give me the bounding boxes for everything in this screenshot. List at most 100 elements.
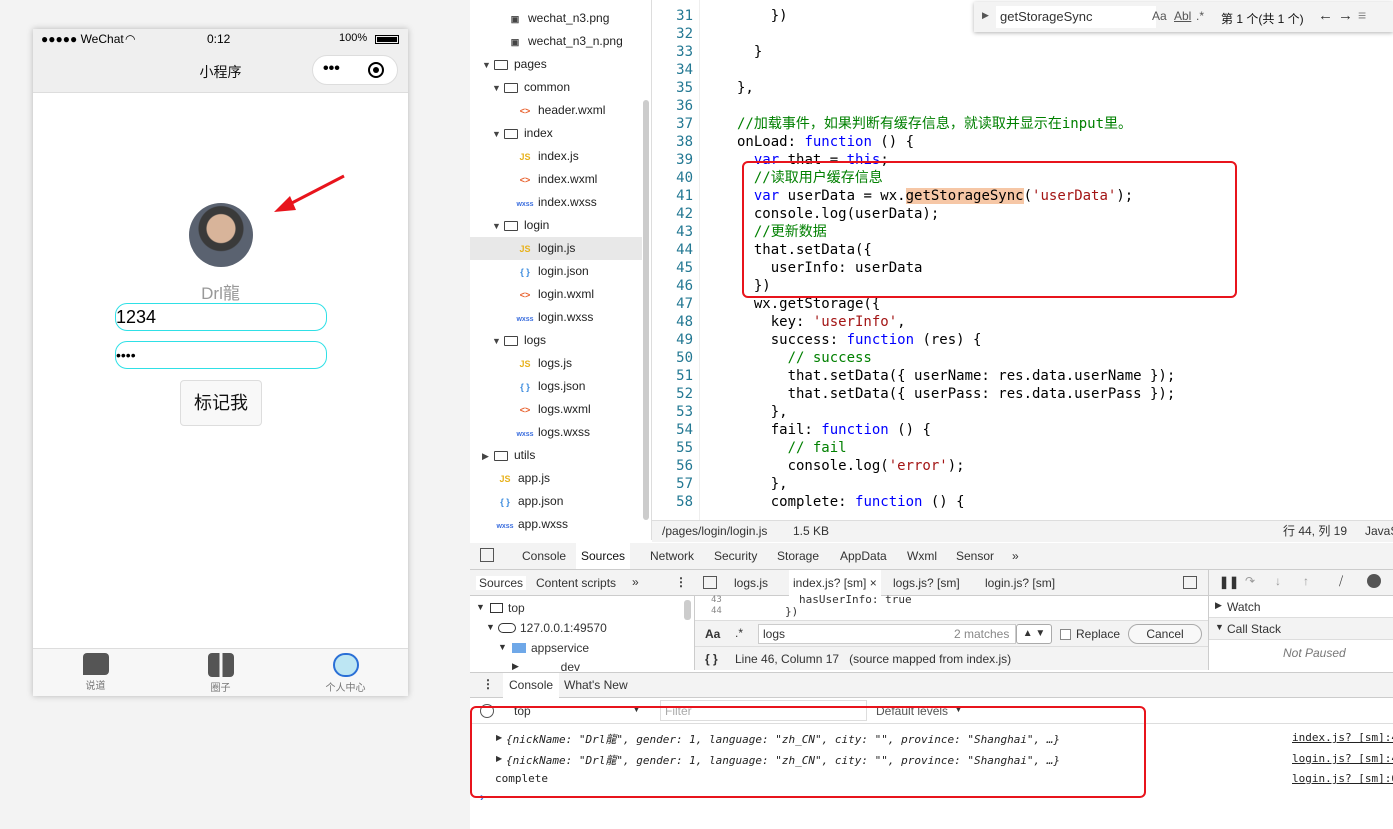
cursor-position[interactable]: 行 44, 列 19 (1283, 521, 1347, 541)
log-source-link[interactable]: index.js? [sm]:4 (1292, 731, 1393, 744)
tab-storage[interactable]: Storage (777, 543, 819, 569)
find-in-selection-icon[interactable]: ≡ (1358, 7, 1366, 23)
line-number: 50 (676, 350, 693, 366)
tab-network[interactable]: Network (650, 543, 694, 569)
drawer-tab-console[interactable]: Console (503, 673, 560, 698)
tab-shuodao[interactable]: 说道 (33, 649, 158, 697)
frame-icon (490, 603, 503, 613)
tab-console[interactable]: Console (522, 543, 566, 569)
tree-item[interactable]: JS app.js (496, 467, 550, 490)
password-input[interactable]: •••• (115, 341, 327, 369)
tree-folder-common[interactable]: ▼ common (492, 76, 570, 99)
username-input[interactable]: 1234 (115, 303, 327, 331)
annotation-arrow (274, 174, 345, 212)
tree-item[interactable]: wxss index.wxss (516, 191, 596, 214)
log-source-link[interactable]: login.js? [sm]:4 (1292, 752, 1393, 765)
step-into-icon[interactable]: ↓ (1275, 574, 1281, 588)
pause-on-exceptions-icon[interactable] (1367, 574, 1381, 588)
tree-item-selected[interactable]: JS login.js (470, 237, 642, 260)
tree-item[interactable]: { } logs.json (516, 375, 585, 398)
chevron-right-icon[interactable]: ▶ (982, 10, 989, 21)
tree-folder-pages[interactable]: ▼ pages (482, 53, 547, 76)
watch-section[interactable]: Watch (1227, 600, 1261, 614)
tree-appservice[interactable]: appservice (531, 641, 589, 655)
toggle-navigator-icon[interactable] (703, 576, 717, 589)
tab-sources-nav[interactable]: Sources (476, 576, 527, 590)
next-match-icon[interactable]: → (1338, 7, 1353, 24)
chevron-down-icon[interactable]: ▼ (476, 602, 485, 612)
menu-icon[interactable]: ⋮ (482, 677, 494, 691)
close-mini-program-icon[interactable] (368, 62, 384, 78)
call-stack-section[interactable]: Call Stack (1227, 622, 1281, 636)
chevron-down-icon[interactable]: ▼ (486, 622, 495, 632)
previous-match-icon[interactable]: ← (1318, 7, 1333, 24)
drawer-tab-whats-new[interactable]: What's New (564, 678, 628, 692)
chevron-down-icon: ▼ (492, 129, 501, 139)
chevron-right-icon[interactable]: ▶ (1215, 600, 1222, 611)
tree-folder-index[interactable]: ▼ index (492, 122, 553, 145)
tree-item[interactable]: wxss app.wxss (496, 513, 568, 536)
regex-icon[interactable]: .* (1196, 9, 1204, 23)
file-tab[interactable]: login.js? [sm] (985, 576, 1055, 590)
cancel-button[interactable]: Cancel (1128, 624, 1202, 644)
tree-item[interactable]: wxss logs.wxss (516, 421, 590, 444)
tree-scrollbar[interactable] (643, 100, 649, 520)
tab-security[interactable]: Security (714, 543, 757, 569)
file-tab[interactable]: logs.js? [sm] (893, 576, 960, 590)
more-tabs-icon[interactable]: » (632, 575, 639, 589)
close-icon[interactable]: × (870, 576, 877, 590)
tree-top[interactable]: top (508, 601, 525, 615)
whole-word-icon[interactable]: Abl (1174, 9, 1191, 23)
replace-checkbox[interactable] (1060, 629, 1071, 640)
file-tab[interactable]: logs.js (734, 576, 768, 590)
more-tabs-icon[interactable]: » (1012, 543, 1019, 569)
tree-folder-logs[interactable]: ▼ logs (492, 329, 546, 352)
tree-item[interactable]: wxss login.wxss (516, 306, 593, 329)
language-mode[interactable]: JavaS (1365, 521, 1393, 541)
tree-item[interactable]: <> logs.wxml (516, 398, 591, 421)
tree-folder-utils[interactable]: ▶ utils (482, 444, 535, 467)
menu-icon[interactable]: ⋮ (675, 575, 687, 589)
line-number: 46 (676, 278, 693, 294)
tab-profile[interactable]: 个人中心 (283, 649, 408, 697)
more-icon[interactable]: ••• (323, 60, 340, 78)
tree-folder-login[interactable]: ▼ login (492, 214, 549, 237)
tree-item[interactable]: { } app.json (496, 490, 563, 513)
step-out-icon[interactable]: ↑ (1303, 574, 1309, 588)
pause-icon[interactable]: ❚❚ (1219, 575, 1239, 589)
tab-wxml[interactable]: Wxml (907, 543, 937, 569)
js-icon: JS (499, 474, 511, 484)
tree-item[interactable]: <> header.wxml (516, 99, 606, 122)
scrollbar[interactable] (684, 600, 691, 620)
chevron-down-icon[interactable]: ▼ (1215, 622, 1224, 632)
inspect-icon[interactable] (480, 548, 494, 562)
tab-sensor[interactable]: Sensor (956, 543, 994, 569)
match-case-icon[interactable]: Aa (705, 627, 720, 641)
tab-sources[interactable]: Sources (576, 543, 631, 569)
step-over-icon[interactable]: ↷ (1245, 574, 1255, 588)
match-stepper[interactable]: ▲ ▼ (1016, 624, 1052, 644)
chevron-right-icon[interactable]: ▶ (512, 661, 519, 672)
js-icon: JS (519, 359, 531, 369)
regex-icon[interactable]: .* (735, 626, 743, 640)
tree-item[interactable]: ▣ wechat_n3.png (506, 7, 610, 30)
code-editor[interactable]: 31 32 33 34 35 36 37 38 39 40 41 42 43 4… (652, 0, 1393, 520)
match-case-icon[interactable]: Aa (1152, 9, 1167, 23)
tree-item[interactable]: ▣ wechat_n3_n.png (506, 30, 623, 53)
tab-content-scripts[interactable]: Content scripts (536, 576, 616, 590)
find-input[interactable]: getStorageSync (996, 6, 1156, 28)
tree-host[interactable]: 127.0.0.1:49570 (520, 621, 607, 635)
tree-item[interactable]: JS logs.js (516, 352, 572, 375)
log-source-link[interactable]: login.js? [sm]:6 (1292, 772, 1393, 785)
toggle-debugger-icon[interactable] (1183, 576, 1197, 589)
tree-item[interactable]: JS index.js (516, 145, 578, 168)
pretty-print-icon[interactable]: { } (705, 652, 718, 666)
tab-appdata[interactable]: AppData (840, 543, 887, 569)
tree-item[interactable]: <> index.wxml (516, 168, 598, 191)
tree-item[interactable]: { } login.json (516, 260, 588, 283)
tab-quanzi[interactable]: 圈子 (158, 649, 283, 697)
deactivate-breakpoints-icon[interactable]: ⧸ (1339, 574, 1343, 589)
tree-item[interactable]: <> login.wxml (516, 283, 594, 306)
chevron-down-icon[interactable]: ▼ (498, 642, 507, 652)
mark-me-button[interactable]: 标记我 (180, 380, 262, 426)
